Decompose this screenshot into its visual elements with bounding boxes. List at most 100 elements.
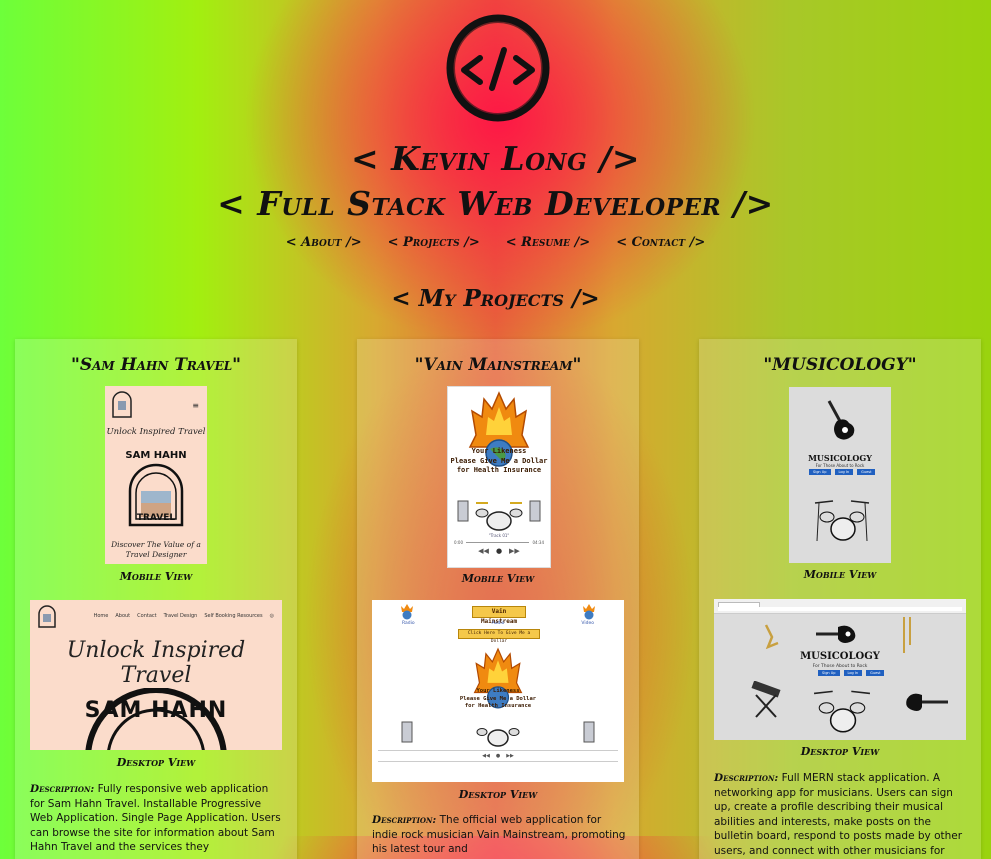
desktop-view-label: Desktop View <box>458 788 538 801</box>
code-logo-icon[interactable] <box>442 10 554 126</box>
project-description: Description: The official web applicatio… <box>372 813 627 857</box>
developer-name: < Kevin Long /> <box>350 139 641 178</box>
nav-projects-link[interactable]: < Projects /> <box>388 235 480 250</box>
time-start: 0:00 <box>454 539 463 545</box>
project-card-vain-mainstream: "Vain Mainstream" Your Likeness Please G… <box>357 339 639 859</box>
description-label: Description: <box>372 814 437 826</box>
trumpet-icon <box>764 624 779 649</box>
auth-buttons: Sign Up Log In Guest <box>818 670 885 676</box>
drum-kit-icon <box>814 500 870 542</box>
signup-button[interactable]: Sign Up <box>818 670 840 676</box>
time-end: 04:34 <box>532 539 544 545</box>
badge-top: SAM HAHN <box>125 450 187 461</box>
site-title: Vain Mainstream <box>472 606 526 625</box>
guest-button[interactable]: Guest <box>866 670 885 676</box>
nav-about-link[interactable]: < About /> <box>286 235 362 250</box>
drum-kit-icon <box>813 690 871 733</box>
main-nav: < About /> < Projects /> < Resume /> < C… <box>0 235 991 250</box>
desktop-screenshot[interactable]: Home About Contact Travel Design Self Bo… <box>30 600 282 750</box>
play-icon[interactable]: ● <box>496 547 502 555</box>
desktop-screenshot[interactable]: Vain Mainstream Radio Audio Video Click … <box>372 600 624 782</box>
mobile-view-label: Mobile View <box>461 572 535 585</box>
auth-buttons: Sign Up Log In Guest <box>809 469 876 475</box>
project-card-musicology: "MUSICOLOGY" MUSICOLOGY For Those About … <box>699 339 981 859</box>
play-icon[interactable]: ● <box>496 753 500 759</box>
browser-toolbar <box>714 599 966 614</box>
description-text: Full MERN stack application. A networkin… <box>714 772 963 857</box>
logo-icon <box>38 605 56 628</box>
brand-name: MUSICOLOGY <box>800 651 880 662</box>
desktop-view-label: Desktop View <box>116 756 196 769</box>
globe-icon <box>401 604 413 620</box>
band-drummer-icon <box>457 500 541 531</box>
tagline: Unlock Inspired Travel <box>66 638 246 688</box>
project-description: Description: Fully responsive web applic… <box>30 782 285 855</box>
rewind-icon[interactable]: ◀◀ <box>478 547 489 555</box>
brand-name: MUSICOLOGY <box>808 453 872 463</box>
description-label: Description: <box>30 783 95 795</box>
mobile-screenshot[interactable]: MUSICOLOGY For Those About to Rock Sign … <box>789 387 891 563</box>
desktop-screenshot[interactable]: MUSICOLOGY For Those About to Rock Sign … <box>714 599 966 740</box>
project-description: Description: Full MERN stack application… <box>714 771 969 858</box>
audio-controls: ◀◀ ● ▶▶ <box>448 547 550 555</box>
nav-item[interactable]: Contact <box>137 613 156 619</box>
audio-progress[interactable]: 0:00 04:34 <box>454 539 544 545</box>
login-button[interactable]: Log In <box>843 670 863 676</box>
site-nav: Home About Contact Travel Design Self Bo… <box>94 613 274 619</box>
brand-tagline: For Those About to Rock <box>815 463 865 468</box>
title-line: for Health Insurance <box>464 703 532 709</box>
bass-guitar-icon <box>906 693 948 711</box>
electric-guitar-icon <box>816 625 856 643</box>
donate-button[interactable]: Click Here To Give Me a Dollar <box>458 629 540 644</box>
trombone-icon <box>903 617 911 653</box>
project-title: "Vain Mainstream" <box>414 355 582 375</box>
developer-role: < Full Stack Web Developer /> <box>217 184 774 223</box>
address-bar[interactable] <box>718 607 962 611</box>
mobile-screenshot[interactable]: Your Likeness Please Give Me a Dollar fo… <box>447 386 551 568</box>
project-title: "MUSICOLOGY" <box>763 355 917 375</box>
login-button[interactable]: Log In <box>834 469 854 475</box>
forward-icon[interactable]: ▶▶ <box>509 547 520 555</box>
desktop-view-label: Desktop View <box>800 745 880 758</box>
title-line: for Health Insurance <box>456 466 542 474</box>
nav-item[interactable]: About <box>115 613 130 619</box>
electric-guitar-icon <box>827 400 855 440</box>
band-drummer-icon <box>401 721 595 747</box>
title-line: Your Likeness <box>471 447 527 455</box>
site-nav: Radio Audio Video <box>402 621 594 626</box>
logo-icon <box>112 391 132 418</box>
nav-contact-link[interactable]: < Contact /> <box>616 235 705 250</box>
mobile-view-label: Mobile View <box>803 568 877 581</box>
menu-icon: ≡ <box>192 401 199 410</box>
nav-item[interactable]: Audio <box>492 621 505 626</box>
title-overlay: Your Likeness Please Give Me a Dollar fo… <box>448 447 550 476</box>
audio-player: ◀◀ ● ▶▶ <box>378 750 618 762</box>
nav-item[interactable]: Self Booking Resources <box>204 613 262 619</box>
keyboard-stand-icon <box>751 681 781 718</box>
title-line: Your Likeness <box>476 688 520 694</box>
track-title: "Track 01" <box>488 533 510 538</box>
footer-text: Discover The Value of a Travel Designer <box>111 540 201 559</box>
section-title: < My Projects /> <box>391 285 600 312</box>
signup-button[interactable]: Sign Up <box>809 469 831 475</box>
mobile-screenshot[interactable]: ≡ Unlock Inspired Travel SAM HAHN TRAVEL… <box>105 386 207 564</box>
nav-item[interactable]: Travel Design <box>164 613 198 619</box>
guest-button[interactable]: Guest <box>857 469 876 475</box>
badge-bottom: TRAVEL <box>136 513 176 523</box>
description-label: Description: <box>714 772 779 784</box>
title-overlay: Your Likeness Please Give Me a Dollar fo… <box>372 688 624 711</box>
project-card-sam-hahn: "Sam Hahn Travel" ≡ Unlock Inspired Trav… <box>15 339 297 859</box>
rewind-icon[interactable]: ◀◀ <box>482 753 490 759</box>
title-line: Please Give Me a Dollar <box>450 456 548 465</box>
instagram-icon[interactable]: ◎ <box>270 613 274 619</box>
nav-item[interactable]: Video <box>581 621 594 626</box>
forward-icon[interactable]: ▶▶ <box>506 753 514 759</box>
mobile-view-label: Mobile View <box>119 570 193 583</box>
nav-item[interactable]: Home <box>94 613 109 619</box>
tagline: Unlock Inspired Travel <box>106 427 206 437</box>
globe-icon <box>583 604 595 620</box>
title-line: Please Give Me a Dollar <box>459 695 537 702</box>
badge-text: SAM HAHN <box>84 698 228 723</box>
nav-item[interactable]: Radio <box>402 621 415 626</box>
nav-resume-link[interactable]: < Resume /> <box>506 235 590 250</box>
